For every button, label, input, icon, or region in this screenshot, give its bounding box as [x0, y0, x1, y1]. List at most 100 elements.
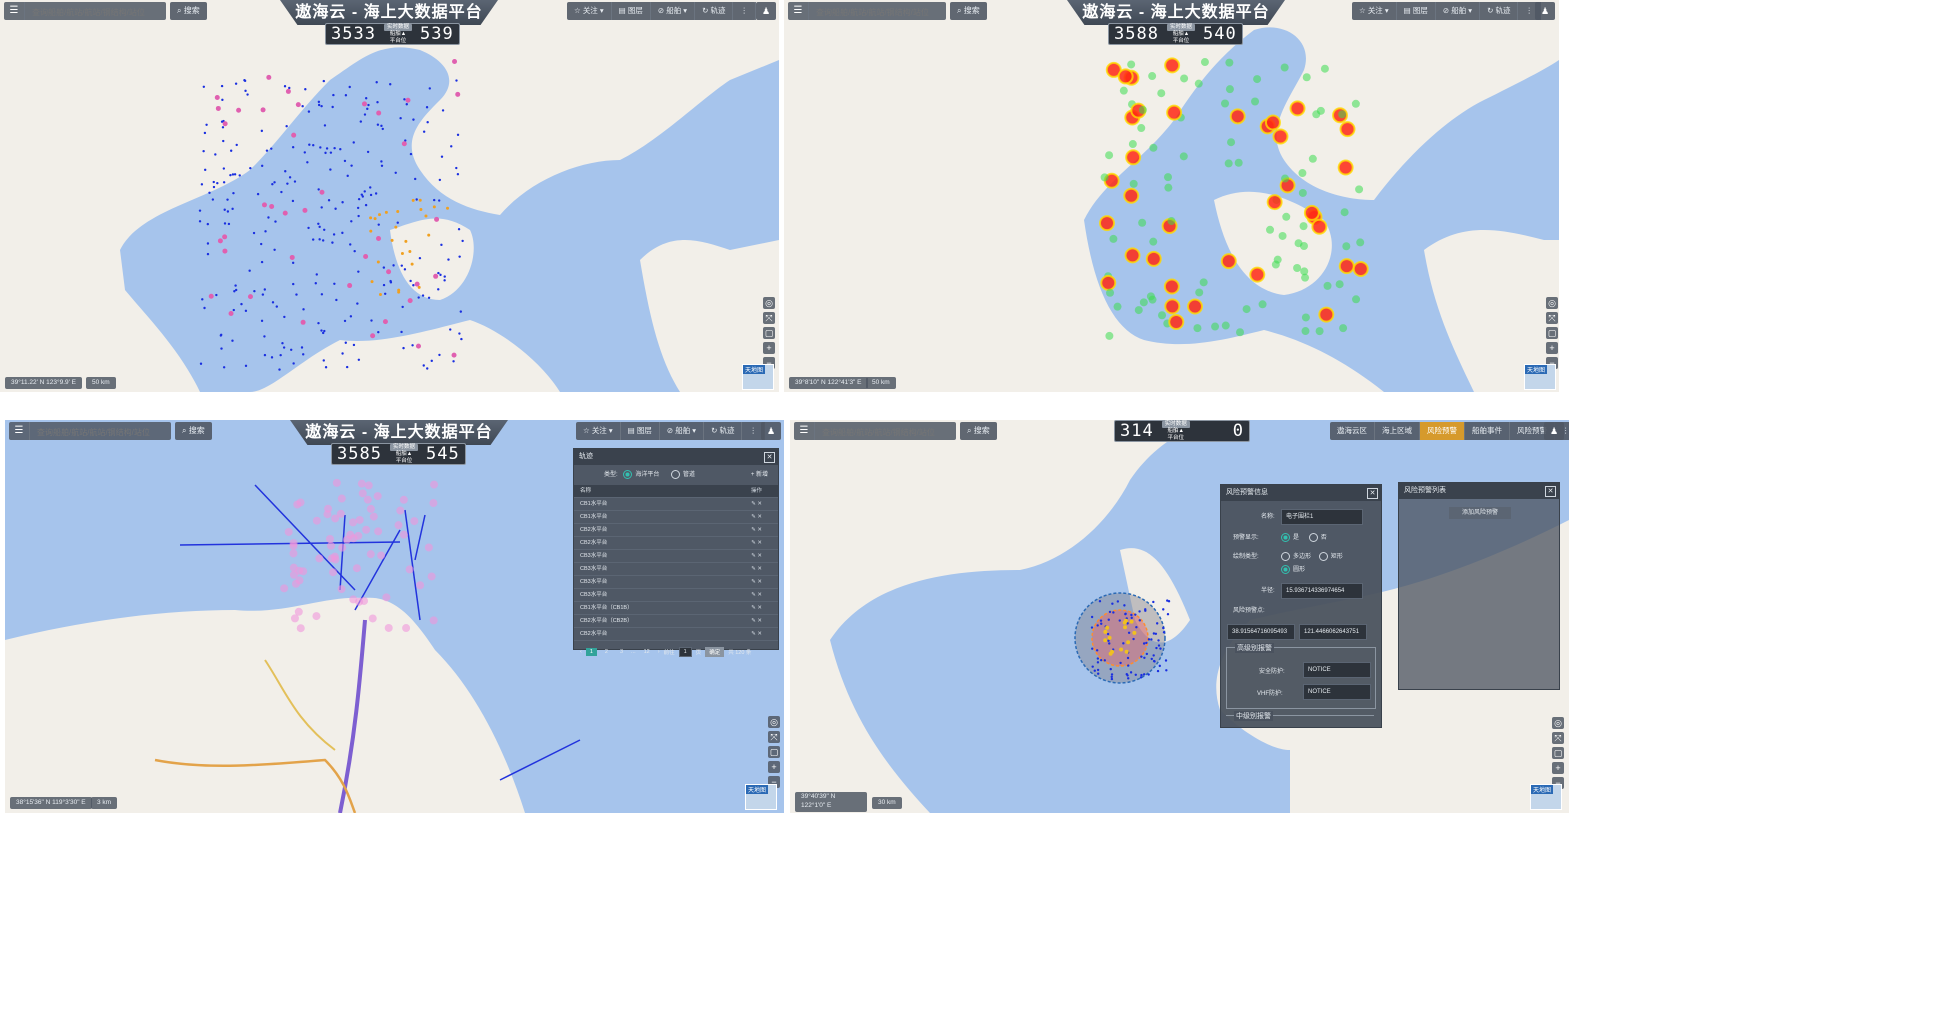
- ship-marker[interactable]: [376, 123, 380, 126]
- ship-marker[interactable]: [1130, 613, 1133, 617]
- follow-button[interactable]: ☆ 关注 ▾: [576, 422, 621, 440]
- row-actions[interactable]: ✎ ✕: [751, 589, 762, 601]
- ship-marker[interactable]: [302, 207, 308, 213]
- table-row[interactable]: CB3水平台 ✎ ✕: [574, 576, 778, 589]
- ship-marker[interactable]: [1145, 652, 1149, 656]
- ship-marker[interactable]: [295, 293, 298, 296]
- ship-marker[interactable]: [320, 329, 323, 332]
- vhf-protect-field[interactable]: NOTICE: [1303, 684, 1371, 700]
- locate-icon[interactable]: ◎: [1552, 717, 1564, 729]
- ship-marker[interactable]: [227, 222, 231, 226]
- platform-marker[interactable]: [312, 516, 321, 525]
- ship-marker[interactable]: [422, 130, 426, 133]
- ship-marker[interactable]: [369, 186, 372, 189]
- ship-marker[interactable]: [284, 170, 287, 173]
- ship-marker[interactable]: [302, 308, 305, 311]
- ship-marker[interactable]: [320, 206, 323, 209]
- ship-marker[interactable]: [1108, 610, 1112, 614]
- platform-marker[interactable]: [290, 614, 299, 623]
- ship-marker[interactable]: [1105, 625, 1110, 630]
- ship-marker[interactable]: [1162, 608, 1165, 611]
- ship-marker[interactable]: [1139, 676, 1143, 679]
- ship-marker[interactable]: [1106, 632, 1110, 636]
- ship-marker[interactable]: [211, 198, 215, 201]
- ship-marker[interactable]: [243, 79, 247, 83]
- platform-marker[interactable]: [296, 624, 305, 633]
- ship-marker[interactable]: [290, 348, 293, 351]
- map-canvas-2[interactable]: [784, 0, 1559, 392]
- ship-marker[interactable]: [1143, 656, 1146, 659]
- ship-marker[interactable]: [201, 298, 204, 301]
- ship-marker[interactable]: [405, 103, 408, 106]
- ship-marker[interactable]: [1107, 618, 1110, 621]
- ship-marker[interactable]: [1126, 656, 1130, 660]
- ship-marker[interactable]: [306, 161, 309, 164]
- table-row[interactable]: CB1水平台（CB1B） ✎ ✕: [574, 602, 778, 615]
- ship-marker[interactable]: [381, 127, 384, 131]
- row-actions[interactable]: ✎ ✕: [751, 602, 762, 614]
- ship-marker[interactable]: [394, 171, 397, 174]
- track-button[interactable]: ↻ 轨迹: [695, 2, 734, 20]
- locate-icon[interactable]: ◎: [1546, 297, 1558, 309]
- ship-marker[interactable]: [456, 173, 460, 176]
- ship-marker[interactable]: [449, 328, 452, 331]
- ship-marker[interactable]: [1155, 646, 1158, 650]
- add-button[interactable]: + 新增: [751, 465, 768, 485]
- ship-marker[interactable]: [349, 243, 352, 246]
- ship-marker[interactable]: [1091, 647, 1094, 650]
- ship-marker[interactable]: [235, 143, 238, 147]
- ship-marker[interactable]: [307, 226, 310, 230]
- platform-marker[interactable]: [291, 579, 300, 588]
- ship-marker[interactable]: [343, 159, 347, 163]
- ship-marker[interactable]: [359, 120, 363, 123]
- ship-marker[interactable]: [418, 256, 422, 260]
- ship-marker[interactable]: [1096, 661, 1100, 664]
- ship-marker[interactable]: [282, 346, 286, 349]
- platform-marker[interactable]: [349, 518, 358, 527]
- ship-marker[interactable]: [1091, 665, 1094, 668]
- search-box[interactable]: ☰: [9, 422, 171, 440]
- confirm-button[interactable]: 确定: [705, 647, 725, 657]
- ship-marker[interactable]: [447, 258, 450, 261]
- ship-marker[interactable]: [295, 102, 301, 108]
- ship-marker[interactable]: [401, 305, 404, 309]
- ship-marker[interactable]: [222, 121, 228, 127]
- ship-marker[interactable]: [405, 97, 411, 103]
- platform-marker[interactable]: [349, 595, 358, 604]
- ship-marker[interactable]: [1135, 626, 1138, 629]
- ship-marker[interactable]: [339, 148, 342, 151]
- search-input[interactable]: [35, 424, 171, 440]
- ship-marker[interactable]: [234, 288, 238, 292]
- ship-marker[interactable]: [206, 222, 210, 226]
- fullscreen-icon[interactable]: ▢: [763, 327, 775, 339]
- search-button[interactable]: ⌕ 搜索: [170, 2, 207, 20]
- platform-marker[interactable]: [373, 492, 382, 501]
- platform-marker[interactable]: [394, 521, 403, 530]
- type-radio-pipe[interactable]: [671, 469, 681, 479]
- ship-marker[interactable]: [333, 282, 336, 286]
- ship-marker[interactable]: [1147, 673, 1150, 676]
- platform-marker[interactable]: [312, 612, 321, 621]
- ship-marker[interactable]: [402, 346, 405, 350]
- close-icon[interactable]: ✕: [764, 452, 775, 463]
- platform-marker[interactable]: [299, 567, 308, 576]
- ship-marker[interactable]: [300, 319, 306, 325]
- ship-marker[interactable]: [1090, 626, 1094, 629]
- ship-marker[interactable]: [403, 98, 406, 101]
- ship-marker[interactable]: [440, 243, 443, 247]
- search-input[interactable]: [30, 4, 166, 20]
- ship-marker[interactable]: [1093, 669, 1096, 672]
- base-map-switch[interactable]: 天地图: [742, 364, 774, 390]
- ship-marker[interactable]: [357, 358, 361, 361]
- ship-marker[interactable]: [1165, 669, 1168, 672]
- ship-marker[interactable]: [380, 124, 383, 128]
- ship-marker[interactable]: [455, 91, 461, 97]
- ship-marker[interactable]: [352, 343, 356, 347]
- shape-rect-radio[interactable]: [1318, 551, 1328, 561]
- ship-marker[interactable]: [451, 352, 457, 358]
- ship-marker[interactable]: [411, 344, 414, 347]
- ship-marker[interactable]: [324, 366, 328, 369]
- ship-marker[interactable]: [222, 248, 228, 254]
- ship-marker[interactable]: [234, 82, 238, 85]
- ship-marker[interactable]: [312, 144, 315, 147]
